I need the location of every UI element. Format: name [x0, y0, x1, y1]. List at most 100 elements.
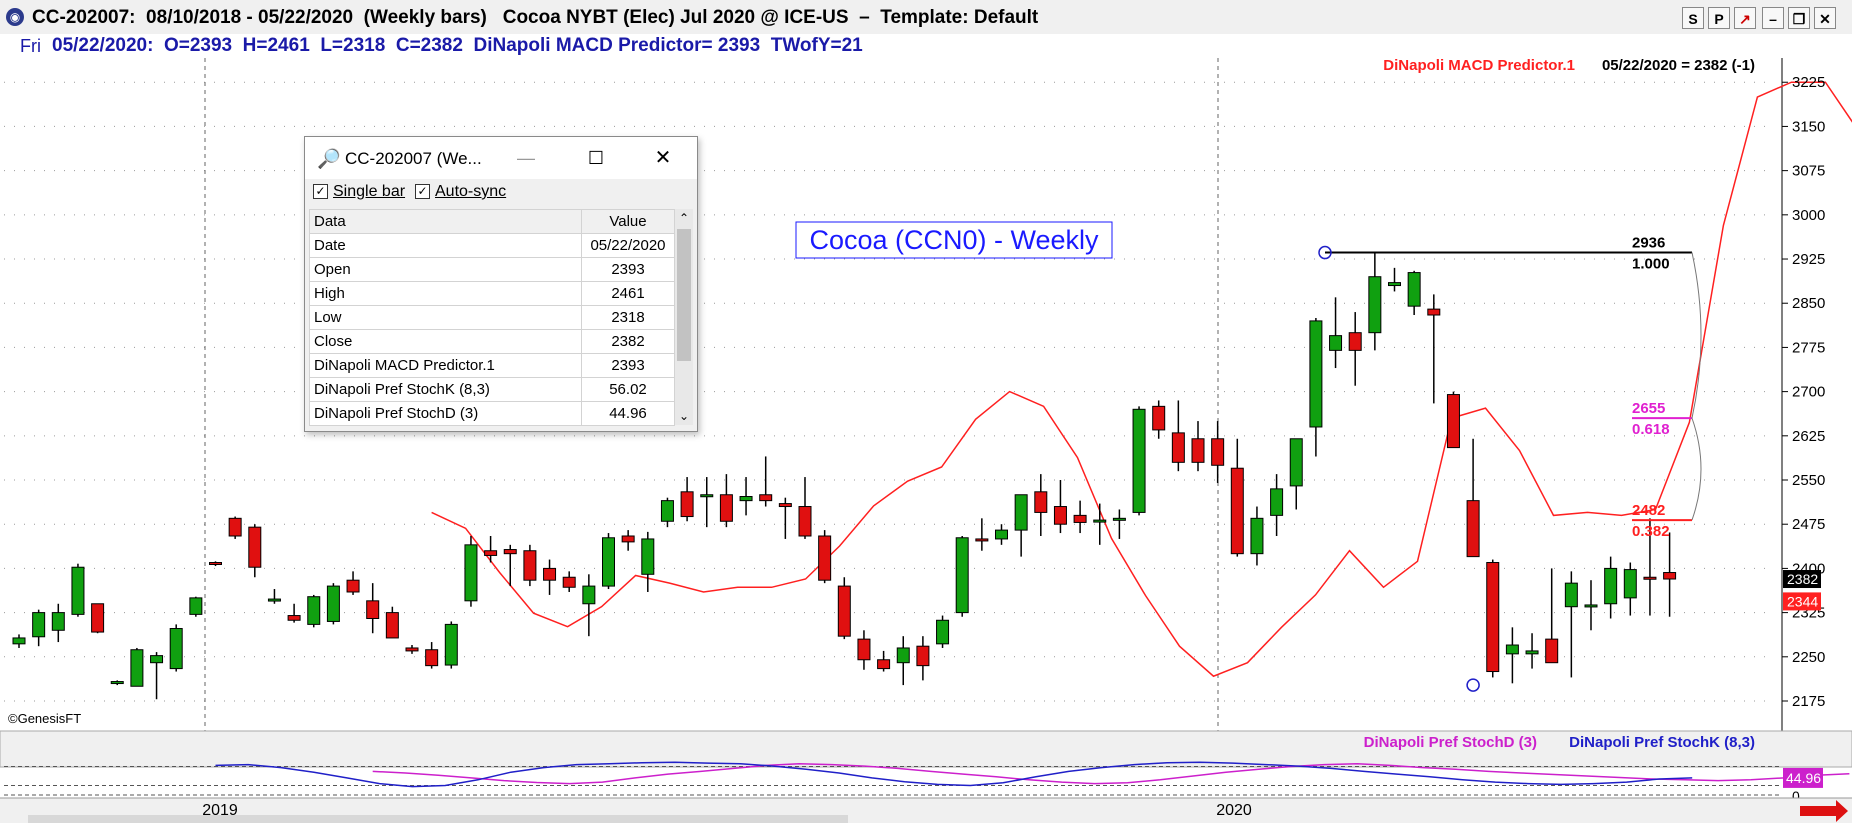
y-tick-label: 3075: [1792, 163, 1825, 180]
y-tick-label: 2775: [1792, 339, 1825, 356]
stoch-value-label: 44.96: [1786, 770, 1821, 786]
table-row[interactable]: DiNapoli Pref StochK (8,3) 56.02: [309, 377, 675, 402]
candle-body: [267, 598, 281, 602]
candle-body: [405, 647, 419, 652]
candle-body: [523, 550, 537, 581]
candle-body: [543, 567, 557, 581]
watermark: ©GenesisFT: [8, 711, 82, 726]
candle-body: [936, 619, 950, 645]
row-value: 44.96: [581, 401, 675, 426]
data-table: Data Value Date 05/22/2020 Open 2393 High 2…: [309, 209, 675, 426]
retracement-value: 2655: [1632, 400, 1665, 417]
stochk-legend: DiNapoli Pref StochK (8,3): [1569, 734, 1755, 751]
table-row[interactable]: High 2461: [309, 281, 675, 306]
y-tick-label: 3150: [1792, 118, 1825, 135]
price-chart[interactable]: 29361.00026550.61824820.382 217522502325…: [0, 0, 1852, 823]
table-row[interactable]: Low 2318: [309, 305, 675, 330]
candle-body: [425, 649, 439, 667]
candle-body: [1505, 644, 1519, 655]
candle-body: [582, 585, 596, 605]
y-tick-label: 3225: [1792, 74, 1825, 91]
single-bar-checkbox[interactable]: ✓: [313, 184, 328, 199]
scroll-thumb[interactable]: [677, 229, 691, 361]
row-label: Low: [309, 305, 582, 330]
candle-body: [169, 628, 183, 670]
row-value: 2382: [581, 329, 675, 354]
row-value: 2461: [581, 281, 675, 306]
retracement-bracket: [1691, 417, 1702, 521]
candle-body: [12, 637, 26, 645]
single-bar-label[interactable]: Single bar: [333, 183, 405, 201]
swing-low-marker: [1466, 678, 1480, 692]
price-tag-label: 2344: [1787, 593, 1818, 609]
chart-title: Cocoa (CCN0) - Weekly: [809, 225, 1099, 255]
y-tick-label: 3000: [1792, 207, 1825, 224]
data-window[interactable]: 🔎 CC-202007 (We... — ☐ ✕ ✓ Single bar ✓ …: [304, 136, 698, 432]
maximize-icon[interactable]: ☐: [581, 145, 611, 171]
candle-body: [385, 612, 399, 639]
candle-body: [818, 535, 832, 581]
candle-body: [1486, 562, 1500, 673]
data-window-titlebar[interactable]: 🔎 CC-202007 (We... — ☐ ✕: [305, 137, 697, 179]
row-value: 2393: [581, 257, 675, 282]
candle-body: [837, 585, 851, 637]
row-value: 2393: [581, 353, 675, 378]
scroll-up-icon[interactable]: ⌃: [675, 209, 693, 227]
candle-body: [110, 681, 124, 685]
candle-body: [778, 503, 792, 508]
auto-sync-checkbox[interactable]: ✓: [415, 184, 430, 199]
retracement-value: 2482: [1632, 502, 1665, 519]
candle-body: [700, 494, 714, 498]
candle-body: [366, 600, 380, 619]
table-row[interactable]: Close 2382: [309, 329, 675, 354]
retracement-value: 2936: [1632, 235, 1665, 252]
scroll-down-icon[interactable]: ⌄: [675, 407, 693, 425]
candle-body: [1014, 494, 1028, 531]
table-row[interactable]: DiNapoli Pref StochD (3) 44.96: [309, 401, 675, 426]
x-tick-label: 2019: [202, 802, 238, 819]
candle-body: [1446, 394, 1460, 449]
candle-body: [444, 623, 458, 666]
candle-body: [896, 647, 910, 664]
candle-body: [51, 612, 65, 631]
candle-body: [1643, 576, 1657, 580]
row-label: Date: [309, 233, 582, 258]
row-label: DiNapoli Pref StochK (8,3): [309, 377, 582, 402]
candle-body: [307, 596, 321, 625]
candle-body: [1053, 506, 1067, 525]
candle-body: [209, 562, 222, 566]
last-value-label: 05/22/2020 = 2382 (-1): [1602, 57, 1755, 74]
candle-body: [248, 526, 262, 568]
table-row[interactable]: Date 05/22/2020: [309, 233, 675, 258]
candle-body: [1663, 572, 1677, 580]
candle-body: [877, 659, 891, 670]
candle-body: [464, 544, 478, 602]
row-value: 2318: [581, 305, 675, 330]
candlesticks: [12, 253, 1677, 700]
candle-body: [1604, 567, 1618, 605]
magnifier-icon: 🔎: [317, 149, 341, 170]
row-label: DiNapoli Pref StochD (3): [309, 401, 582, 426]
candle-body: [1584, 604, 1598, 608]
table-row[interactable]: Open 2393: [309, 257, 675, 282]
candle-body: [1368, 276, 1382, 334]
auto-sync-label[interactable]: Auto-sync: [435, 183, 506, 201]
data-window-scrollbar[interactable]: ⌃ ⌄: [675, 209, 693, 425]
y-tick-label: 2550: [1792, 472, 1825, 489]
candle-body: [1250, 517, 1264, 555]
candle-body: [1073, 514, 1087, 523]
time-axis[interactable]: 2019 2020: [0, 797, 1852, 823]
header-data[interactable]: Data: [309, 209, 582, 234]
header-value[interactable]: Value: [581, 209, 675, 234]
candle-body: [1427, 308, 1441, 316]
price-axis[interactable]: 2175225023252400247525502625270027752850…: [1782, 74, 1825, 710]
minimize-icon[interactable]: —: [511, 145, 541, 171]
candle-body: [1171, 432, 1185, 463]
candle-body: [228, 517, 242, 537]
candle-body: [602, 537, 615, 587]
candle-body: [641, 538, 655, 575]
candle-body: [1545, 638, 1559, 664]
close-icon[interactable]: ✕: [648, 145, 678, 171]
table-row[interactable]: DiNapoli MACD Predictor.1 2393: [309, 353, 675, 378]
candle-body: [150, 655, 164, 664]
